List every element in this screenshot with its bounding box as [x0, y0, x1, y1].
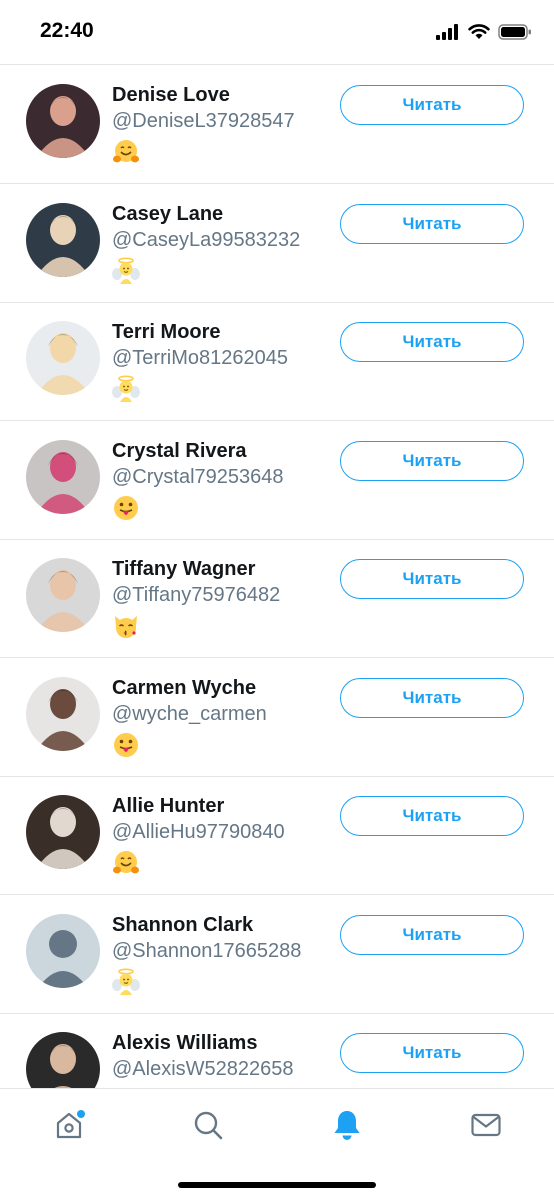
user-name[interactable]: Shannon Clark: [112, 914, 253, 937]
follow-button[interactable]: Читать: [340, 796, 524, 836]
user-name[interactable]: Casey Lane: [112, 203, 223, 226]
mail-icon: [471, 1113, 501, 1137]
user-row[interactable]: Denise Love @DeniseL37928547 Читать: [0, 66, 554, 184]
status-icons: [436, 24, 532, 40]
user-handle: @DeniseL37928547: [112, 110, 295, 132]
top-divider: [0, 64, 554, 65]
status-time: 22:40: [40, 19, 94, 42]
follow-button[interactable]: Читать: [340, 85, 524, 125]
user-handle: @Shannon17665288: [112, 939, 302, 962]
user-handle: @AllieHu97790840: [112, 821, 285, 843]
avatar[interactable]: [26, 913, 100, 988]
baby-angel-emoji: [112, 967, 140, 996]
tab-home[interactable]: [49, 1105, 89, 1145]
follow-button[interactable]: Читать: [340, 1033, 524, 1073]
user-name[interactable]: Allie Hunter: [112, 795, 224, 818]
follow-button[interactable]: Читать: [340, 677, 524, 718]
user-handle: @Tiffany75976482: [112, 584, 281, 606]
battery-icon: [498, 24, 531, 40]
user-name[interactable]: Denise Love: [112, 84, 230, 107]
user-name[interactable]: Terri Moore: [112, 321, 221, 344]
user-row[interactable]: Tiffany Wagner @Tiffany75976482 Читать: [0, 540, 554, 658]
signal-icon: [436, 24, 458, 40]
user-row[interactable]: Carmen Wyche @wyche_carmen Читать: [0, 659, 554, 777]
user-row[interactable]: Alexis Williams @AlexisW52822658 Читать: [0, 1014, 554, 1088]
avatar[interactable]: [26, 1032, 100, 1088]
baby-angel-emoji: [112, 256, 140, 285]
avatar[interactable]: [26, 558, 100, 632]
hugging-face-emoji: [112, 849, 140, 877]
tongue-out-emoji: [112, 731, 140, 759]
follow-button[interactable]: Читать: [340, 559, 524, 599]
user-handle: @Crystal79253648: [112, 465, 284, 488]
user-row[interactable]: Shannon Clark @Shannon17665288 Читать: [0, 896, 554, 1014]
user-handle: @AlexisW52822658: [112, 1058, 294, 1080]
user-name[interactable]: Crystal Rivera: [112, 440, 247, 463]
tongue-out-emoji: [112, 494, 140, 522]
user-list[interactable]: Denise Love @DeniseL37928547 Читать Casey L…: [0, 66, 554, 1088]
user-handle: @TerriMo81262045: [112, 347, 288, 369]
follow-button[interactable]: Читать: [340, 914, 524, 955]
avatar[interactable]: [26, 202, 100, 277]
follow-button[interactable]: Читать: [340, 440, 524, 481]
user-row[interactable]: Allie Hunter @AllieHu97790840 Читать: [0, 777, 554, 895]
tab-messages[interactable]: [466, 1105, 506, 1145]
avatar[interactable]: [26, 321, 100, 395]
status-bar: 22:40: [0, 0, 554, 66]
search-icon: [194, 1111, 223, 1140]
user-name[interactable]: Tiffany Wagner: [112, 558, 255, 581]
avatar[interactable]: [26, 439, 100, 514]
avatar[interactable]: [26, 676, 100, 751]
avatar[interactable]: [26, 84, 100, 158]
home-badge-dot: [77, 1110, 85, 1118]
user-row[interactable]: Crystal Rivera @Crystal79253648 Читать: [0, 422, 554, 540]
follow-button[interactable]: Читать: [340, 203, 524, 244]
wifi-icon: [468, 24, 490, 39]
tab-notifications[interactable]: [327, 1105, 367, 1145]
user-row[interactable]: Terri Moore @TerriMo81262045 Читать: [0, 303, 554, 421]
bell-icon: [334, 1111, 360, 1140]
tab-search[interactable]: [188, 1105, 228, 1145]
user-handle: @wyche_carmen: [112, 702, 267, 725]
user-row[interactable]: Casey Lane @CaseyLa99583232 Читать: [0, 185, 554, 303]
user-handle: @CaseyLa99583232: [112, 228, 301, 251]
kissing-cat-emoji: [112, 612, 140, 640]
baby-angel-emoji: [112, 375, 140, 403]
home-indicator: [178, 1182, 376, 1188]
home-icon: [56, 1110, 85, 1139]
follow-button[interactable]: Читать: [340, 322, 524, 362]
hugging-face-emoji: [112, 138, 140, 166]
avatar[interactable]: [26, 795, 100, 869]
user-name[interactable]: Carmen Wyche: [112, 677, 256, 700]
user-name[interactable]: Alexis Williams: [112, 1032, 257, 1055]
